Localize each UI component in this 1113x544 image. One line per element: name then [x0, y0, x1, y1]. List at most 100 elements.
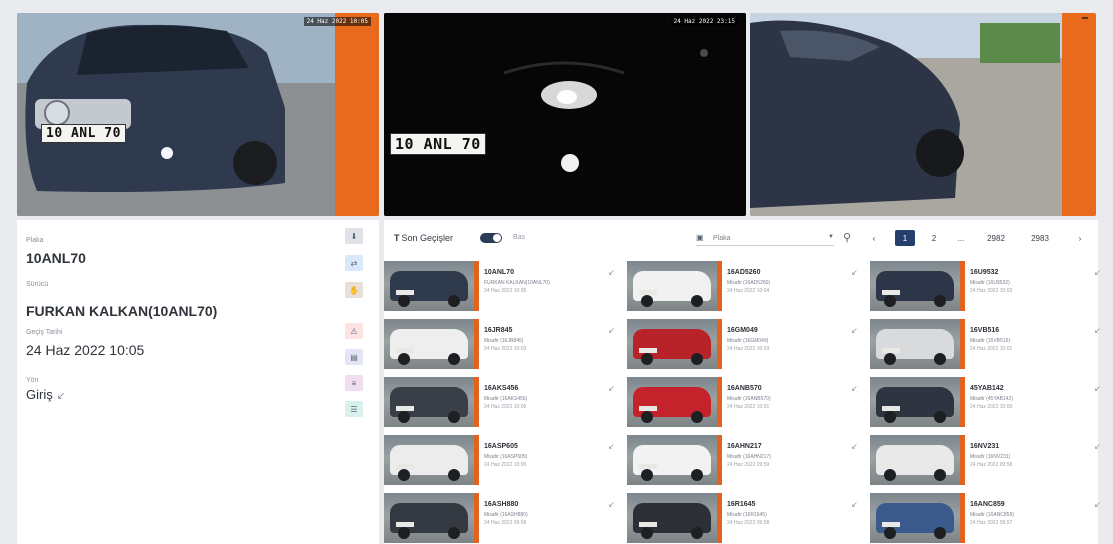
direction-text: Giriş [26, 387, 53, 402]
passage-card[interactable]: 45YAB142 Misafir (45YAB142) 24 Haz 2022 10… [870, 375, 1108, 429]
arrow-down-left-icon: ↙ [851, 268, 858, 277]
vehicle-thumbnail[interactable] [384, 435, 474, 485]
vehicle-thumbnail[interactable] [384, 377, 474, 427]
download-button[interactable]: ⬇ [345, 228, 363, 244]
wheel-shape [448, 295, 460, 307]
passage-card[interactable]: 16AKS456 Misafir (16AKS456) 24 Haz 2022 10… [384, 375, 622, 429]
pagination-ellipsis: ... [957, 233, 965, 243]
card-plate: 16U9532 [970, 269, 999, 276]
vehicle-thumbnail[interactable] [627, 377, 717, 427]
arrow-down-left-icon: ↙ [1094, 500, 1101, 509]
card-plate: 16JR845 [484, 327, 513, 334]
wheel-shape [641, 527, 653, 539]
passage-card[interactable]: 16R1645 Misafir (16R1645) 24 Haz 2022 09:5… [627, 491, 865, 544]
passage-card[interactable]: 16ASH880 Misafir (16ASH880) 24 Haz 2022 09… [384, 491, 622, 544]
passage-card[interactable]: 16ANC859 Misafir (16ANC859) 24 Haz 2022 09… [870, 491, 1108, 544]
passage-card[interactable]: 16VB516 Misafir (16VB516) 24 Haz 2022 10:0… [870, 317, 1108, 371]
owner-label: Sürücü [26, 281, 49, 288]
arrow-down-left-icon: ↙ [608, 442, 615, 451]
vehicle-thumbnail[interactable] [627, 261, 717, 311]
passage-card[interactable]: 16ASP605 Misafir (16ASP605) 24 Haz 2022 10… [384, 433, 622, 487]
vehicle-thumbnail[interactable] [870, 493, 960, 543]
list-button[interactable]: ≡ [345, 375, 363, 391]
wheel-shape [884, 353, 896, 365]
settings-button[interactable]: ☰ [345, 401, 363, 417]
card-owner: FURKAN KALKAN(10ANL70) [484, 280, 550, 286]
wheel-shape [884, 411, 896, 423]
barrier-strip [717, 377, 722, 427]
barrier-strip [474, 319, 479, 369]
card-plate: 45YAB142 [970, 385, 1004, 392]
link-button[interactable]: ⇄ [345, 255, 363, 271]
card-plate: 16AHN217 [727, 443, 762, 450]
camera-image-front[interactable]: 24 Haz 2022 10:05 10 ANL 70 [17, 13, 379, 216]
wheel-shape [934, 527, 946, 539]
card-date: 24 Haz 2022 10:03 [484, 346, 527, 352]
vehicle-thumbnail[interactable] [627, 435, 717, 485]
passage-card[interactable]: 16NV231 Misafir (16NV231) 24 Haz 2022 09:5… [870, 433, 1108, 487]
search-icon[interactable]: ⚲ [843, 231, 851, 244]
card-date: 24 Haz 2022 10:01 [970, 346, 1013, 352]
pagination-prev[interactable]: ‹ [868, 230, 880, 246]
gallery-toolbar: T Son Geçişler Bas ▣ Plaka ▼ ⚲ ‹ 1 2 ... … [384, 220, 1098, 257]
vehicle-thumbnail[interactable] [384, 261, 474, 311]
image-button[interactable]: ▤ [345, 349, 363, 365]
filter-value: Plaka [713, 235, 731, 242]
alert-button[interactable]: ⚠ [345, 323, 363, 339]
vehicle-thumbnail[interactable] [384, 493, 474, 543]
pagination-page-2[interactable]: 2 [927, 230, 941, 246]
barrier-strip [960, 377, 965, 427]
wheel-shape [691, 295, 703, 307]
passage-card[interactable]: 16AD5260 Misafir (16AD5260) 24 Haz 2022 10… [627, 259, 865, 313]
card-date: 24 Haz 2022 09:59 [727, 462, 770, 468]
vehicle-thumbnail[interactable] [870, 261, 960, 311]
side-camera-scene [750, 13, 1096, 216]
passage-card[interactable]: 16JR845 Misafir (16JR845) 24 Haz 2022 10:0… [384, 317, 622, 371]
vehicle-thumbnail[interactable] [627, 493, 717, 543]
camera-image-side[interactable] [750, 13, 1096, 216]
vehicle-thumbnail[interactable] [627, 319, 717, 369]
barrier-strip [960, 493, 965, 543]
passage-card[interactable]: 16ANB570 Misafir (16ANB570) 24 Haz 2022 10… [627, 375, 865, 429]
date-label: Geçiş Tarihi [26, 329, 63, 336]
barrier-strip [717, 493, 722, 543]
license-plate-image: 10 ANL 70 [390, 133, 486, 155]
pagination-next[interactable]: › [1074, 230, 1086, 246]
sliders-icon: ☰ [350, 404, 358, 414]
filter-select[interactable]: ▣ Plaka ▼ [696, 232, 834, 246]
passage-details-panel: Plaka 10ANL70 Sürücü FURKAN KALKAN(10ANL… [17, 220, 379, 544]
wheel-shape [398, 411, 410, 423]
vehicle-thumbnail[interactable] [384, 319, 474, 369]
card-date: 24 Haz 2022 10:00 [970, 404, 1013, 410]
vehicle-thumbnail[interactable] [870, 377, 960, 427]
barrier-strip [474, 493, 479, 543]
wheel-shape [448, 411, 460, 423]
card-plate: 16ASP605 [484, 443, 518, 450]
card-icon: ▣ [696, 233, 704, 242]
pagination-page-2982[interactable]: 2982 [981, 230, 1011, 246]
live-toggle[interactable] [480, 233, 502, 243]
barrier-strip [960, 261, 965, 311]
card-owner: Misafir (16U9532) [970, 280, 1010, 286]
arrow-down-left-icon: ↙ [851, 384, 858, 393]
passage-card[interactable]: 16U9532 Misafir (16U9532) 24 Haz 2022 10:0… [870, 259, 1108, 313]
arrow-down-left-icon: ↙ [1094, 268, 1101, 277]
passage-card[interactable]: 16AHN217 Misafir (16AHN217) 24 Haz 2022 09… [627, 433, 865, 487]
pagination-page-2983[interactable]: 2983 [1025, 230, 1055, 246]
camera-image-infrared[interactable]: 24 Haz 2022 23:15 10 ANL 70 [384, 13, 746, 216]
barrier-strip [474, 261, 479, 311]
wheel-shape [884, 295, 896, 307]
vehicle-thumbnail[interactable] [870, 319, 960, 369]
vehicle-thumbnail[interactable] [870, 435, 960, 485]
passage-card[interactable]: 16GM049 Misafir (16GM049) 24 Haz 2022 10:0… [627, 317, 865, 371]
wheel-shape [691, 411, 703, 423]
pagination-page-1[interactable]: 1 [895, 230, 915, 246]
passage-card[interactable]: 10ANL70 FURKAN KALKAN(10ANL70) 24 Haz 2022… [384, 259, 622, 313]
direction-value: Giriş ↙ [26, 387, 65, 402]
wheel-shape [884, 527, 896, 539]
alert-icon: ⚠ [350, 326, 358, 336]
hand-icon: ✋ [349, 285, 359, 295]
arrow-down-left-icon: ↙ [1094, 442, 1101, 451]
wheel-shape [398, 527, 410, 539]
stop-button[interactable]: ✋ [345, 282, 363, 298]
